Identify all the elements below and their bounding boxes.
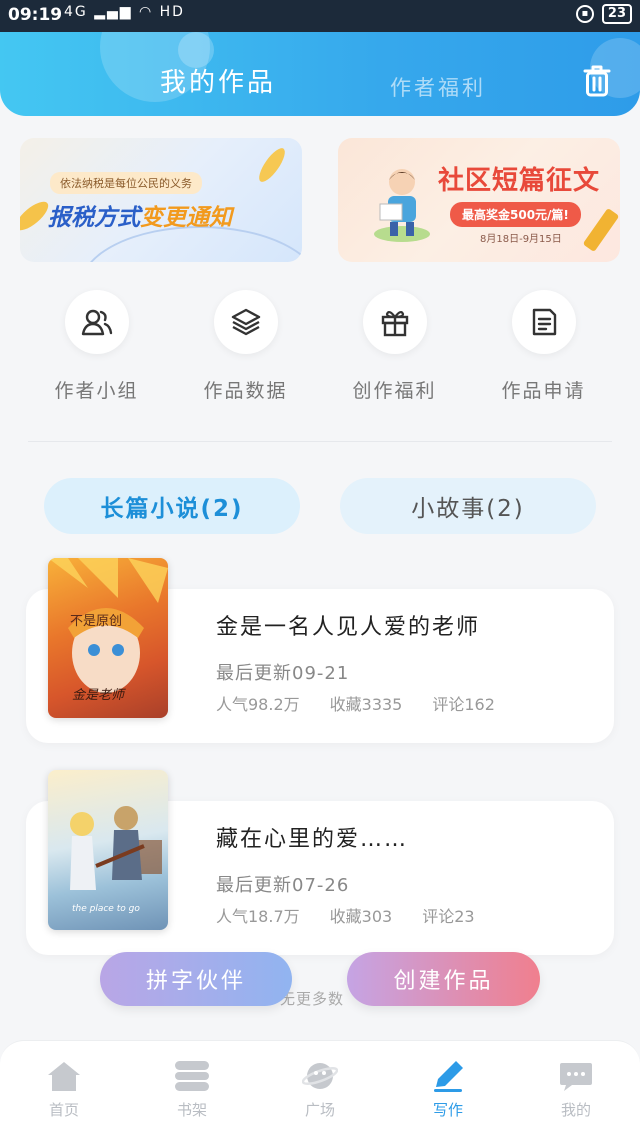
work-title: 金是一名人见人爱的老师 xyxy=(216,615,481,640)
work-title: 藏在心里的爱…… xyxy=(216,827,409,852)
contest-prize: 最高奖金500元/篇! xyxy=(450,202,581,227)
tab-my-works[interactable]: 我的作品 xyxy=(160,62,276,99)
decor-leaf xyxy=(254,144,290,186)
home-icon xyxy=(48,1062,80,1091)
quick-label: 作品数据 xyxy=(203,380,288,402)
planet-icon xyxy=(302,1063,338,1089)
work-cover-image[interactable]: 不是原创 金是老师 xyxy=(48,558,168,718)
work-cover-image[interactable]: the place to go xyxy=(48,770,168,930)
work-favorites: 收藏3335 xyxy=(329,695,403,714)
battery-indicator: 23 xyxy=(601,4,632,24)
cover-text: the place to go xyxy=(72,904,140,914)
work-stats: 人气18.7万 收藏303 评论23 xyxy=(216,903,475,927)
nav-label: 我的 xyxy=(560,1101,591,1119)
trash-icon[interactable] xyxy=(582,64,612,98)
section-divider xyxy=(28,441,612,442)
contest-dates: 8月18日-9月15日 xyxy=(480,234,562,245)
work-favorites: 收藏303 xyxy=(329,907,393,926)
segment-long-novel[interactable]: 长篇小说(2) xyxy=(44,478,300,534)
no-more-hint: 无更多数 xyxy=(280,990,345,1008)
chat-icon xyxy=(560,1063,592,1091)
nav-writing[interactable]: 写作 xyxy=(384,1041,512,1138)
top-header: 我的作品 作者福利 xyxy=(0,32,640,116)
network-type: 4G xyxy=(64,4,88,20)
work-stats: 人气98.2万 收藏3335 评论162 xyxy=(216,691,495,715)
network-indicator: 4G ▂▄▆ ◠ HD xyxy=(64,4,185,20)
segment-short-story[interactable]: 小故事(2) xyxy=(340,478,596,534)
banner-short-story-contest[interactable]: 社区短篇征文 最高奖金500元/篇! 8月18日-9月15日 xyxy=(338,138,620,262)
lock-icon: ▪ xyxy=(575,5,594,23)
banner-tax-notice[interactable]: 依法纳税是每位公民的义务 报税方式变更通知 xyxy=(20,138,302,262)
nav-plaza[interactable]: 广场 xyxy=(256,1041,384,1138)
people-icon xyxy=(64,290,129,354)
nav-label: 写作 xyxy=(432,1101,463,1119)
work-updated: 最后更新09-21 xyxy=(216,663,350,684)
bottom-nav: 首页 书架 广场 写作 我的 xyxy=(0,1040,640,1138)
document-icon xyxy=(511,290,576,354)
banner-headline-part1: 报税方式 xyxy=(48,205,140,231)
layers-icon xyxy=(213,290,278,354)
quick-label: 作品申请 xyxy=(501,380,586,402)
cover-text: 金是老师 xyxy=(72,688,125,703)
nav-bookshelf[interactable]: 书架 xyxy=(128,1041,256,1138)
nav-me[interactable]: 我的 xyxy=(512,1041,640,1138)
status-bar: 09:19 4G ▂▄▆ ◠ HD ▪ 23 xyxy=(0,0,640,32)
cover-text: 不是原创 xyxy=(70,614,123,629)
quick-work-data[interactable]: 作品数据 xyxy=(171,290,320,410)
work-updated: 最后更新07-26 xyxy=(216,875,350,896)
contest-title: 社区短篇征文 xyxy=(438,166,601,196)
banner-headline: 报税方式变更通知 xyxy=(48,198,232,232)
nav-label: 书架 xyxy=(176,1101,207,1119)
nav-label: 广场 xyxy=(304,1101,335,1119)
banner-headline-part2: 变更通知 xyxy=(140,205,232,231)
create-work-button[interactable]: 创建作品 xyxy=(347,952,540,1006)
gift-icon xyxy=(362,290,427,354)
quick-entries: 作者小组 作品数据 创作福利 作品申请 xyxy=(22,290,618,410)
kid-illustration xyxy=(374,169,430,242)
quick-creative-benefits[interactable]: 创作福利 xyxy=(320,290,469,410)
quick-label: 创作福利 xyxy=(352,380,437,402)
pen-icon xyxy=(434,1061,463,1092)
work-popularity: 人气98.2万 xyxy=(216,695,300,714)
writing-partner-button[interactable]: 拼字伙伴 xyxy=(100,952,292,1006)
work-popularity: 人气18.7万 xyxy=(216,907,300,926)
nav-home[interactable]: 首页 xyxy=(0,1041,128,1138)
quick-work-application[interactable]: 作品申请 xyxy=(469,290,618,410)
hd-badge: HD xyxy=(159,4,185,20)
bookshelf-icon xyxy=(175,1061,209,1091)
quick-label: 作者小组 xyxy=(54,380,139,402)
pencil-decor xyxy=(582,207,620,253)
banner-tag: 依法纳税是每位公民的义务 xyxy=(50,172,202,194)
work-comments: 评论23 xyxy=(422,907,475,926)
work-comments: 评论162 xyxy=(432,695,495,714)
status-time: 09:19 xyxy=(8,5,63,25)
tab-author-benefits[interactable]: 作者福利 xyxy=(390,72,486,102)
nav-label: 首页 xyxy=(48,1101,79,1119)
quick-author-group[interactable]: 作者小组 xyxy=(22,290,171,410)
